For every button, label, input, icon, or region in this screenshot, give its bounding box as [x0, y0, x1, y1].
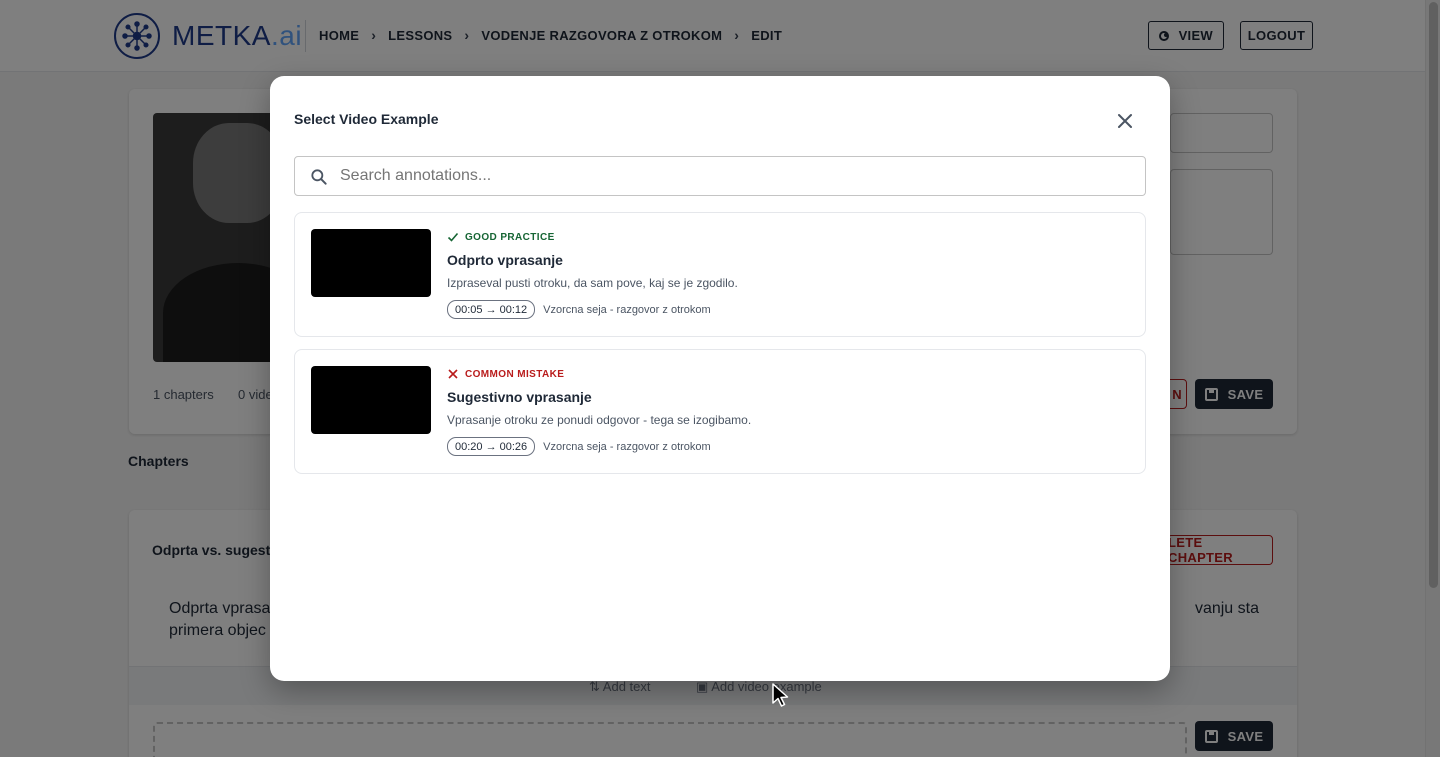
search-icon	[311, 169, 327, 185]
x-icon	[448, 369, 458, 379]
video-thumbnail	[311, 229, 431, 297]
session-label: Vzorcna seja - razgovor z otrokom	[543, 440, 711, 453]
item-title: Odprto vprasanje	[447, 252, 563, 268]
time-range-chip: 00:20 → 00:26	[447, 437, 536, 456]
item-title: Sugestivno vprasanje	[447, 389, 592, 405]
annotation-item[interactable]: GOOD PRACTICE Odprto vprasanje Izpraseva…	[294, 212, 1146, 337]
item-meta: 00:05 → 00:12 Vzorcna seja - razgovor z …	[447, 300, 711, 319]
video-thumbnail	[311, 366, 431, 434]
item-description: Vprasanje otroku ze ponudi odgovor - teg…	[447, 413, 752, 427]
common-mistake-badge: COMMON MISTAKE	[447, 368, 564, 380]
item-description: Izpraseval pusti otroku, da sam pove, ka…	[447, 276, 738, 290]
search-box	[294, 156, 1146, 196]
badge-label: COMMON MISTAKE	[465, 368, 565, 380]
select-video-dialog: Select Video Example GOOD PRACTICE Odprt…	[270, 76, 1170, 681]
badge-label: GOOD PRACTICE	[465, 231, 555, 243]
item-meta: 00:20 → 00:26 Vzorcna seja - razgovor z …	[447, 437, 711, 456]
check-icon	[447, 232, 459, 242]
good-practice-badge: GOOD PRACTICE	[447, 231, 555, 243]
session-label: Vzorcna seja - razgovor z otrokom	[543, 303, 711, 316]
search-input[interactable]	[340, 157, 1130, 195]
annotation-item[interactable]: COMMON MISTAKE Sugestivno vprasanje Vpra…	[294, 349, 1146, 474]
dialog-title: Select Video Example	[294, 111, 439, 127]
close-button[interactable]	[1113, 109, 1137, 133]
close-icon	[1118, 114, 1132, 128]
mouse-cursor-icon	[772, 683, 789, 707]
time-range-chip: 00:05 → 00:12	[447, 300, 536, 319]
